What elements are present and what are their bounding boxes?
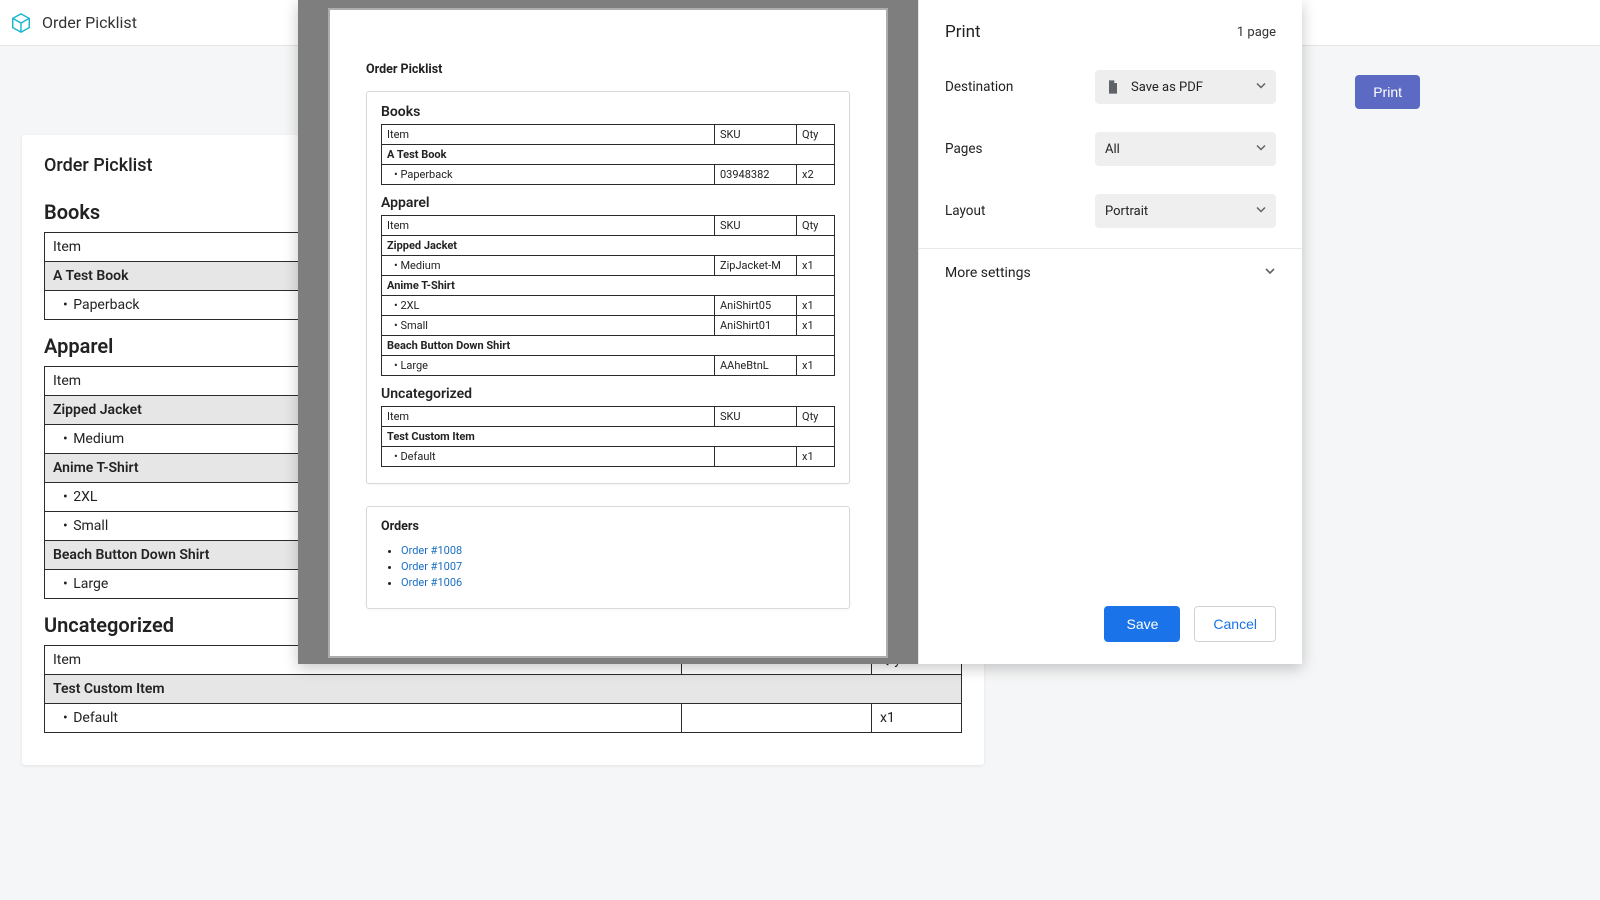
app-logo-icon — [10, 12, 32, 34]
print-dialog: Order Picklist Books ItemSKUQty A Test B… — [298, 0, 1302, 664]
destination-label: Destination — [945, 79, 1095, 95]
pages-value: All — [1105, 142, 1120, 157]
preview-table: ItemSKUQty Zipped Jacket MediumZipJacket… — [381, 215, 835, 376]
table-row: Test Custom Item — [45, 675, 962, 704]
preview-picklist-card: Books ItemSKUQty A Test Book Paperback03… — [366, 91, 850, 484]
pdf-file-icon — [1105, 79, 1121, 95]
layout-value: Portrait — [1105, 204, 1148, 219]
destination-row: Destination Save as PDF — [919, 56, 1302, 118]
order-link-anchor[interactable]: Order #1008 — [401, 544, 462, 557]
pages-select[interactable]: All — [1095, 132, 1276, 166]
print-preview-pane[interactable]: Order Picklist Books ItemSKUQty A Test B… — [298, 0, 918, 664]
chevron-down-icon — [1264, 265, 1276, 281]
pages-label: Pages — [945, 141, 1095, 157]
orders-heading: Orders — [381, 519, 835, 534]
preview-table: ItemSKUQty A Test Book Paperback03948382… — [381, 124, 835, 185]
toolbar: Print — [1355, 75, 1420, 109]
order-link-anchor[interactable]: Order #1007 — [401, 560, 462, 573]
chevron-down-icon — [1256, 204, 1266, 219]
layout-label: Layout — [945, 203, 1095, 219]
more-settings-label: More settings — [945, 265, 1031, 281]
table-row: Default x1 — [45, 704, 962, 733]
print-page-count: 1 page — [1237, 25, 1276, 40]
destination-select[interactable]: Save as PDF — [1095, 70, 1276, 104]
layout-row: Layout Portrait — [919, 180, 1302, 242]
destination-value: Save as PDF — [1131, 80, 1203, 95]
cancel-button[interactable]: Cancel — [1194, 606, 1276, 642]
order-link: Order #1008 — [401, 544, 835, 557]
order-link: Order #1006 — [401, 576, 835, 589]
print-dialog-header: Print 1 page — [919, 0, 1302, 56]
app-title: Order Picklist — [42, 13, 137, 32]
category-title: Apparel — [381, 195, 835, 211]
preview-title: Order Picklist — [366, 62, 850, 77]
preview-orders-card: Orders Order #1008 Order #1007 Order #10… — [366, 506, 850, 609]
more-settings-toggle[interactable]: More settings — [919, 248, 1302, 297]
category-title: Uncategorized — [381, 386, 835, 402]
category-title: Books — [381, 104, 835, 120]
print-button[interactable]: Print — [1355, 75, 1420, 109]
save-button[interactable]: Save — [1104, 606, 1180, 642]
order-link: Order #1007 — [401, 560, 835, 573]
print-dialog-footer: Save Cancel — [919, 586, 1302, 664]
chevron-down-icon — [1256, 80, 1266, 95]
preview-table: ItemSKUQty Test Custom Item Defaultx1 — [381, 406, 835, 467]
layout-select[interactable]: Portrait — [1095, 194, 1276, 228]
print-dialog-title: Print — [945, 22, 981, 42]
print-options-pane: Print 1 page Destination Save as PDF Pag… — [918, 0, 1302, 664]
chevron-down-icon — [1256, 142, 1266, 157]
pages-row: Pages All — [919, 118, 1302, 180]
print-preview-page: Order Picklist Books ItemSKUQty A Test B… — [328, 8, 888, 658]
order-link-anchor[interactable]: Order #1006 — [401, 576, 462, 589]
